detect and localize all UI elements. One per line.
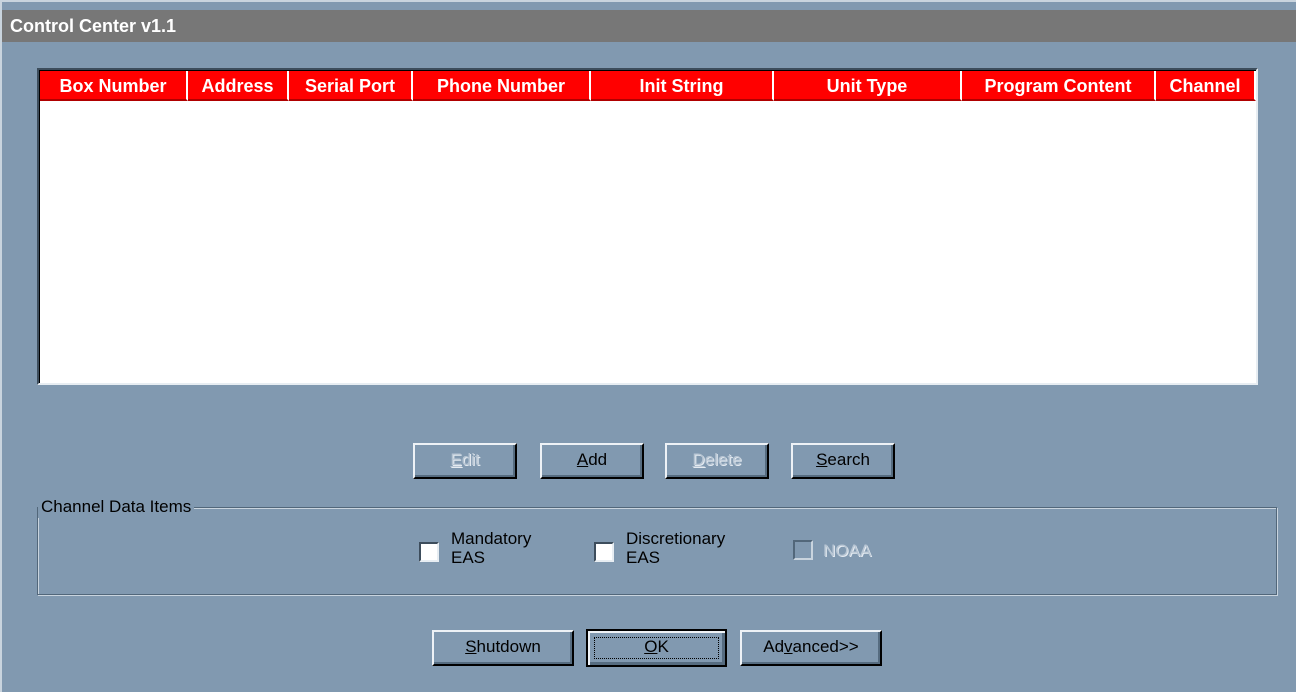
ok-focus-rect bbox=[594, 637, 719, 659]
advanced-pre: Ad bbox=[763, 637, 785, 656]
add-button[interactable]: Add bbox=[540, 443, 644, 479]
discretionary-eas-line2: EAS bbox=[626, 548, 661, 567]
title-bar[interactable]: Control Center v1.1 bbox=[2, 10, 1296, 42]
delete-button[interactable]: Delete bbox=[665, 443, 769, 479]
list-header-row: Box Number Address Serial Port Phone Num… bbox=[40, 71, 1256, 101]
box-list-view[interactable]: Box Number Address Serial Port Phone Num… bbox=[37, 68, 1258, 385]
list-view-body: Box Number Address Serial Port Phone Num… bbox=[39, 70, 1256, 383]
channel-data-items-group: Channel Data Items Mandatory EAS Discret… bbox=[37, 496, 1277, 595]
search-accel: S bbox=[816, 450, 828, 469]
group-title: Channel Data Items bbox=[38, 496, 195, 518]
discretionary-eas-checkbox[interactable] bbox=[594, 542, 614, 562]
edit-accel: E bbox=[450, 450, 462, 469]
control-center-window: Control Center v1.1 Box Number Address S… bbox=[0, 0, 1296, 692]
advanced-button[interactable]: Advanced>> bbox=[740, 630, 882, 666]
mandatory-eas-line1: Mandatory bbox=[451, 529, 532, 548]
discretionary-eas-label[interactable]: Discretionary EAS bbox=[626, 529, 725, 567]
add-rest: dd bbox=[588, 450, 608, 469]
delete-rest: elete bbox=[704, 450, 742, 469]
advanced-accel: v bbox=[784, 637, 793, 656]
column-header-serial-port[interactable]: Serial Port bbox=[289, 71, 413, 101]
advanced-rest: anced>> bbox=[792, 637, 859, 656]
mandatory-eas-line2: EAS bbox=[451, 548, 486, 567]
edit-rest: dit bbox=[461, 450, 480, 469]
discretionary-eas-line1: Discretionary bbox=[626, 529, 726, 548]
ok-button[interactable]: OK bbox=[586, 629, 727, 667]
column-header-phone-number[interactable]: Phone Number bbox=[413, 71, 591, 101]
search-rest: earch bbox=[827, 450, 870, 469]
mandatory-eas-checkbox[interactable] bbox=[419, 542, 439, 562]
column-header-init-string[interactable]: Init String bbox=[591, 71, 774, 101]
window-title: Control Center v1.1 bbox=[10, 16, 177, 36]
shutdown-button[interactable]: Shutdown bbox=[432, 630, 574, 666]
noaa-label[interactable]: NOAA bbox=[823, 541, 871, 560]
noaa-checkbox[interactable] bbox=[793, 540, 813, 560]
column-header-box-number[interactable]: Box Number bbox=[40, 71, 188, 101]
column-header-unit-type[interactable]: Unit Type bbox=[774, 71, 962, 101]
mandatory-eas-label[interactable]: Mandatory EAS bbox=[451, 529, 531, 567]
shutdown-rest: hutdown bbox=[476, 637, 541, 656]
edit-button[interactable]: Edit bbox=[413, 443, 517, 479]
column-header-channel[interactable]: Channel bbox=[1156, 71, 1256, 101]
column-header-program-content[interactable]: Program Content bbox=[962, 71, 1156, 101]
shutdown-accel: S bbox=[465, 637, 477, 656]
column-header-address[interactable]: Address bbox=[188, 71, 289, 101]
delete-accel: D bbox=[692, 450, 705, 469]
search-button[interactable]: Search bbox=[791, 443, 895, 479]
add-accel: A bbox=[576, 450, 589, 469]
window-top-strip bbox=[2, 2, 1296, 10]
